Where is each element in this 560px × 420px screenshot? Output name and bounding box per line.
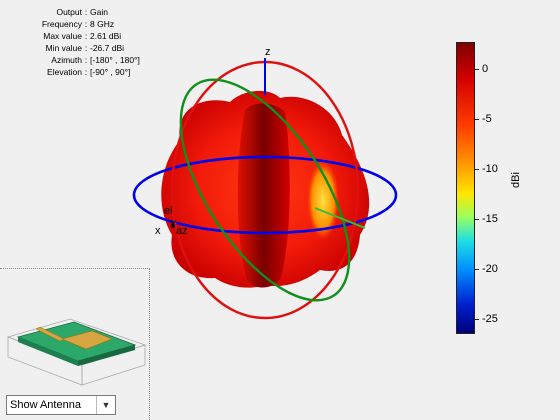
colorbar-tick-label: -20: [482, 263, 498, 275]
colorbar-tick-label: -5: [482, 113, 492, 125]
colorbar-tick: [475, 219, 479, 220]
colorbar-tick: [475, 119, 479, 120]
x-axis-label: x: [155, 225, 161, 237]
chevron-down-icon[interactable]: ▼: [96, 396, 115, 414]
colorbar: [456, 42, 475, 334]
colorbar-tick: [475, 269, 479, 270]
info-row-output: Output: Gain: [56, 7, 108, 17]
colorbar-tick-label: -25: [482, 313, 498, 325]
colorbar-tick: [475, 69, 479, 70]
colorbar-tick: [475, 319, 479, 320]
info-row-max: Max value:2.61 dBi: [43, 31, 122, 41]
info-row-min: Min value: -26.7 dBi: [45, 43, 125, 53]
antenna-geometry-image: [6, 318, 147, 386]
z-axis-label: z: [265, 46, 271, 58]
el-label: el: [164, 205, 173, 217]
show-antenna-dropdown[interactable]: Show Antenna ▼: [6, 395, 116, 415]
az-label: az: [176, 225, 188, 237]
dropdown-value: Show Antenna: [10, 399, 81, 411]
info-row-elevation: Elevation: [-90° , 90°]: [47, 67, 131, 77]
colorbar-tick: [475, 169, 479, 170]
info-row-azimuth: Azimuth: [-180° , 180°]: [51, 55, 140, 65]
info-panel: Output: Gain Frequency:8 GHz Max value:2.…: [0, 6, 140, 78]
colorbar-tick-label: 0: [482, 63, 489, 75]
colorbar-unit-label: dBi: [510, 172, 522, 188]
info-row-frequency: Frequency:8 GHz: [41, 19, 115, 29]
radiation-pattern-3d[interactable]: [120, 40, 410, 330]
colorbar-tick-label: -15: [482, 213, 498, 225]
origin-dot: [171, 224, 175, 228]
colorbar-tick-label: -10: [482, 163, 498, 175]
pattern-surface: [161, 90, 370, 288]
